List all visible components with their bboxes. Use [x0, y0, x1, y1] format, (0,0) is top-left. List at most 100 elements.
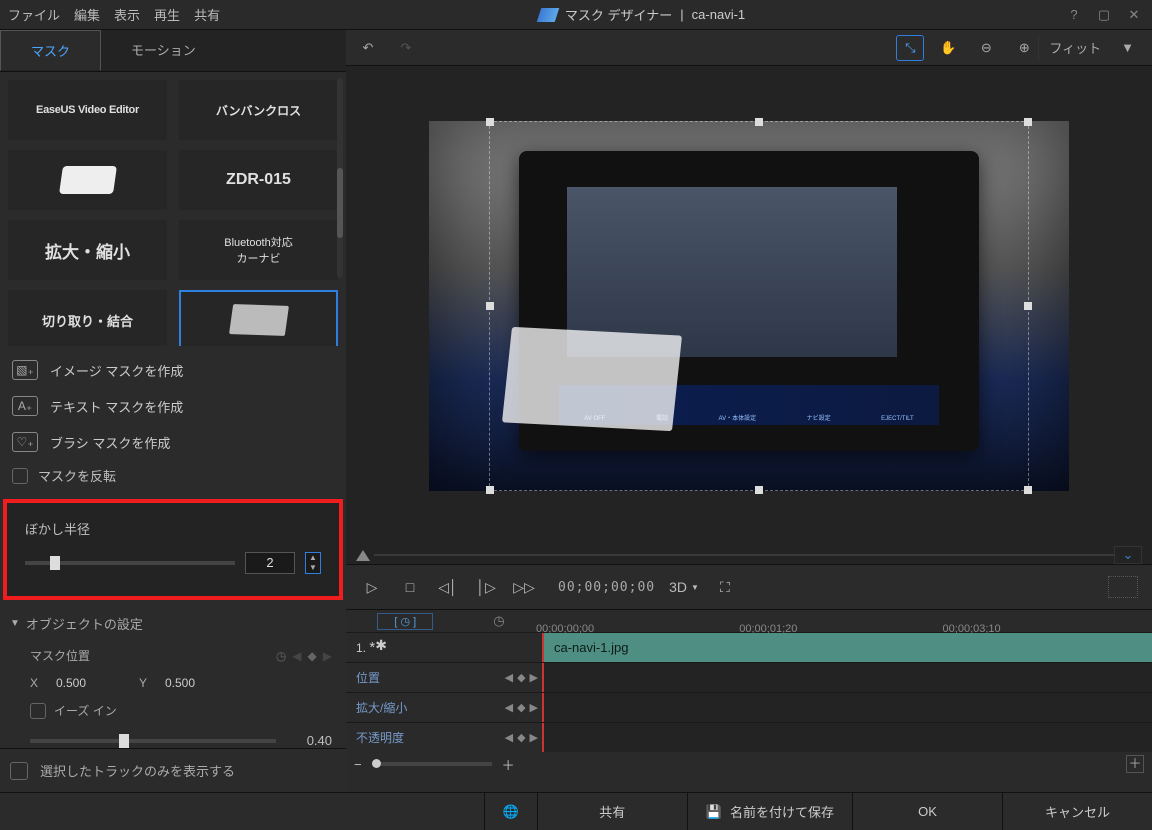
playhead-icon[interactable]	[356, 550, 370, 561]
stopwatch-icon[interactable]: ◷	[276, 649, 286, 663]
kf-prev-icon[interactable]: ◀	[505, 731, 513, 744]
track-position[interactable]	[542, 663, 1152, 692]
web-button[interactable]: 🌐	[484, 793, 537, 830]
fast-forward-button[interactable]: ▷▷	[512, 575, 536, 599]
spinner-down-icon[interactable]: ▼	[306, 563, 320, 573]
resize-handle[interactable]	[486, 302, 494, 310]
blur-radius-slider[interactable]	[25, 561, 235, 565]
zoom-fit-dropdown[interactable]: フィット ▼	[1038, 35, 1144, 61]
kf-prev-icon[interactable]: ◀	[505, 671, 513, 684]
share-button[interactable]: 共有	[537, 793, 687, 830]
zoom-out-button[interactable]: ⊖	[972, 35, 1000, 61]
slider-knob[interactable]	[50, 556, 60, 570]
track-scale-label[interactable]: 拡大/縮小	[346, 699, 516, 716]
zoom-in-icon[interactable]: ＋	[502, 755, 515, 774]
stop-button[interactable]: □	[398, 575, 422, 599]
cancel-button[interactable]: キャンセル	[1002, 793, 1152, 830]
object-settings-header[interactable]: ▼ オブジェクトの設定	[0, 606, 346, 641]
fullscreen-button[interactable]: ⛶	[713, 575, 737, 599]
clip-row-label[interactable]: 1. *✱	[346, 639, 516, 656]
play-button[interactable]: ▷	[360, 575, 384, 599]
show-selected-track-only-checkbox[interactable]	[10, 762, 28, 780]
hand-tool[interactable]: ✋	[934, 35, 962, 61]
x-value[interactable]: 0.500	[56, 676, 111, 690]
create-brush-mask[interactable]: ♡₊ ブラシ マスクを作成	[10, 424, 336, 460]
undo-button[interactable]: ↶	[354, 35, 382, 61]
maximize-button[interactable]: ▢	[1094, 7, 1114, 23]
mask-list-scrollbar[interactable]	[337, 78, 343, 278]
clip-block[interactable]: ca-navi-1.jpg	[544, 633, 1152, 662]
selection-box[interactable]	[489, 121, 1029, 491]
next-frame-button[interactable]: │▷	[474, 575, 498, 599]
kf-add-icon[interactable]: ◆	[308, 649, 317, 663]
ok-button[interactable]: OK	[852, 793, 1002, 830]
preview-area[interactable]: AV OFF電話AV・本体設定ナビ設定EJECT/TILT	[346, 66, 1152, 546]
timecode-display[interactable]: 00;00;00;00	[558, 580, 655, 595]
resize-handle[interactable]	[1024, 302, 1032, 310]
create-image-mask[interactable]: ▧₊ イメージ マスクを作成	[10, 352, 336, 388]
resize-handle[interactable]	[755, 118, 763, 126]
stopwatch-icon[interactable]: ◷	[493, 613, 504, 629]
kf-marker-icon[interactable]: ◆	[517, 731, 525, 744]
blur-radius-spinner[interactable]: ▲ ▼	[305, 552, 321, 574]
position-track[interactable]	[374, 554, 1114, 556]
add-track-button[interactable]: ＋	[1126, 755, 1144, 773]
save-as-button[interactable]: 💾名前を付けて保存	[687, 793, 852, 830]
kf-prev-icon[interactable]: ◀	[505, 701, 513, 714]
zoom-out-icon[interactable]: −	[354, 757, 362, 772]
mask-thumb[interactable]: EaseUS Video Editor	[8, 80, 167, 140]
kf-next-icon[interactable]: ▶	[530, 671, 538, 684]
blur-radius-value[interactable]: 2	[245, 552, 295, 574]
spinner-up-icon[interactable]: ▲	[306, 553, 320, 563]
track-opacity-label[interactable]: 不透明度	[346, 729, 516, 746]
resize-handle[interactable]	[1024, 486, 1032, 494]
tab-mask[interactable]: マスク	[0, 30, 101, 71]
invert-mask-checkbox[interactable]	[12, 468, 28, 484]
easein-slider[interactable]	[30, 739, 276, 743]
help-button[interactable]: ?	[1064, 7, 1084, 23]
track-position-label[interactable]: 位置	[346, 669, 516, 686]
prev-frame-button[interactable]: ◁│	[436, 575, 460, 599]
track-opacity[interactable]	[542, 723, 1152, 752]
mask-thumb-selected[interactable]	[179, 290, 338, 346]
kf-marker-icon[interactable]: ◆	[517, 701, 525, 714]
slider-knob[interactable]	[119, 734, 129, 748]
mask-thumb[interactable]: バンバンクロス	[179, 80, 338, 140]
mask-thumb[interactable]: ZDR-015	[179, 150, 338, 210]
slider-knob[interactable]	[372, 759, 381, 768]
3d-toggle[interactable]: 3D▼	[669, 575, 699, 599]
create-text-mask[interactable]: A₊ テキスト マスクを作成	[10, 388, 336, 424]
menu-edit[interactable]: 編集	[74, 5, 100, 24]
kf-next-icon[interactable]: ▶	[530, 701, 538, 714]
kf-next-icon[interactable]: ▶	[323, 649, 332, 663]
mask-thumb[interactable]: 切り取り・結合	[8, 290, 167, 346]
safe-zone-toggle[interactable]	[1108, 576, 1138, 598]
resize-handle[interactable]	[486, 486, 494, 494]
close-button[interactable]: ✕	[1124, 7, 1144, 23]
kf-marker-icon[interactable]: ◆	[517, 671, 525, 684]
menu-view[interactable]: 表示	[114, 5, 140, 24]
easein-checkbox[interactable]	[30, 703, 46, 719]
menu-share[interactable]: 共有	[194, 5, 220, 24]
clip-track[interactable]: ca-navi-1.jpg	[542, 633, 1152, 662]
resize-handle[interactable]	[486, 118, 494, 126]
timeline-options-dropdown[interactable]: [ ◷ ]	[377, 613, 433, 630]
easein-value[interactable]: 0.40	[288, 733, 332, 748]
mask-thumb[interactable]: Bluetooth対応 カーナビ	[179, 220, 338, 280]
menu-file[interactable]: ファイル	[8, 5, 60, 24]
kf-next-icon[interactable]: ▶	[530, 731, 538, 744]
preview-canvas[interactable]: AV OFF電話AV・本体設定ナビ設定EJECT/TILT	[429, 121, 1069, 491]
timeline-zoom-slider[interactable]	[372, 762, 492, 766]
mask-thumb[interactable]: 拡大・縮小	[8, 220, 167, 280]
kf-prev-icon[interactable]: ◀	[292, 649, 301, 663]
y-value[interactable]: 0.500	[165, 676, 220, 690]
menu-play[interactable]: 再生	[154, 5, 180, 24]
mask-thumb[interactable]	[8, 150, 167, 210]
collapse-button[interactable]: ⌄	[1114, 546, 1142, 564]
tab-motion[interactable]: モーション	[101, 30, 226, 71]
redo-button[interactable]: ↷	[392, 35, 420, 61]
resize-handle[interactable]	[1024, 118, 1032, 126]
resize-handle[interactable]	[755, 486, 763, 494]
zoom-in-button[interactable]: ⊕	[1010, 35, 1038, 61]
pointer-tool[interactable]: ⤡	[896, 35, 924, 61]
